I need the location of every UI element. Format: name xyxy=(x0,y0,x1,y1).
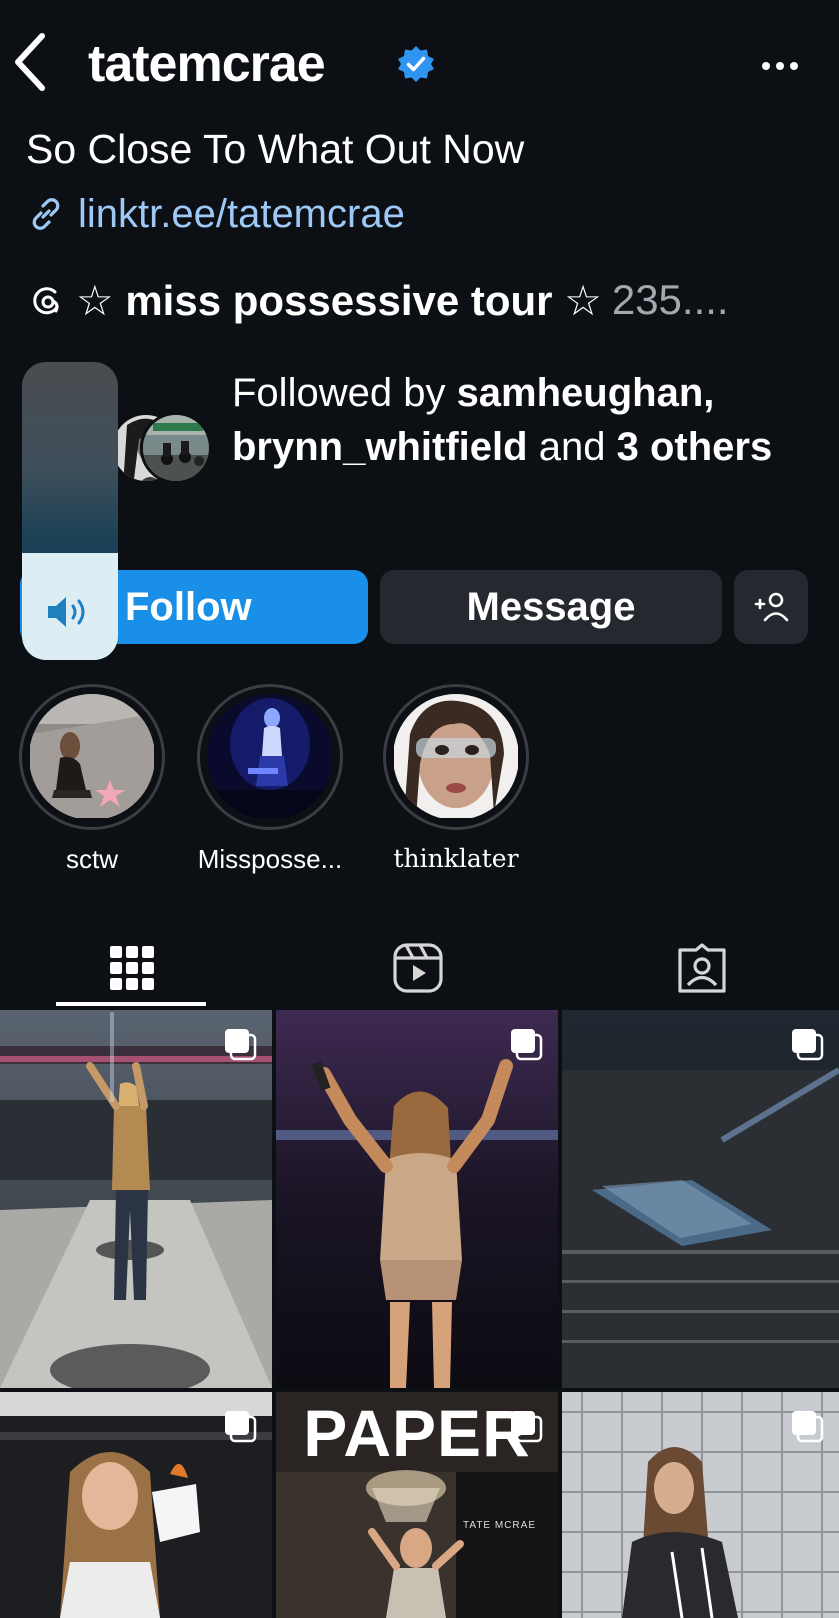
highlight-ring xyxy=(19,684,165,830)
post-thumbnail[interactable] xyxy=(276,1010,558,1388)
message-button[interactable]: Message xyxy=(380,570,722,644)
speaker-icon xyxy=(48,597,85,627)
add-person-icon xyxy=(754,592,789,622)
suggested-accounts-button[interactable] xyxy=(734,570,808,644)
carousel-icon xyxy=(792,1029,824,1061)
highlight-cover-image xyxy=(29,694,155,820)
bio-text: So Close To What Out Now xyxy=(26,126,525,172)
post-thumbnail[interactable] xyxy=(562,1010,839,1388)
reels-icon xyxy=(392,943,443,993)
highlight-cover-image xyxy=(207,694,333,820)
followed-by-and: and xyxy=(538,425,606,469)
bio-link-text: linktr.ee/tatemcrae xyxy=(78,191,405,236)
mutual-user-2: brynn_whitfield xyxy=(232,425,528,469)
followed-by-suffix: others xyxy=(649,425,773,469)
follow-button-label: Follow xyxy=(125,584,252,629)
chevron-left-icon xyxy=(15,33,45,91)
highlight-label: sctw xyxy=(66,844,118,874)
story-highlight[interactable]: Misspossе... xyxy=(196,684,344,875)
verified-badge-icon xyxy=(396,44,436,84)
highlight-ring xyxy=(197,684,343,830)
carousel-icon xyxy=(225,1411,257,1443)
carousel-icon xyxy=(225,1029,257,1061)
message-button-label: Message xyxy=(466,584,636,629)
post-thumbnail[interactable] xyxy=(0,1010,272,1388)
post-overlay-subtitle: TATE MCRAE xyxy=(463,1520,536,1531)
active-tab-indicator xyxy=(56,1002,206,1006)
followed-by-text[interactable]: Followed by samheughan, brynn_whitfield … xyxy=(232,366,822,474)
story-highlight[interactable]: thinklater xyxy=(382,684,530,873)
tab-posts-grid[interactable] xyxy=(0,928,271,1008)
tagged-icon xyxy=(677,943,726,993)
tab-reels[interactable] xyxy=(278,928,557,1008)
threads-count: 235.... xyxy=(611,276,729,323)
followed-by-prefix: Followed by xyxy=(232,371,446,415)
highlight-label: thinklater xyxy=(393,844,519,873)
carousel-icon xyxy=(511,1411,543,1443)
highlight-cover-image xyxy=(393,694,519,820)
carousel-icon xyxy=(792,1411,824,1443)
grid-icon xyxy=(109,946,154,990)
bio-link[interactable]: linktr.ee/tatemcrae xyxy=(26,188,405,240)
tab-tagged[interactable] xyxy=(562,928,839,1008)
link-icon xyxy=(32,198,60,230)
threads-text: ☆ miss possessive tour ☆ xyxy=(76,276,602,324)
story-highlight[interactable]: sctw xyxy=(18,684,166,875)
threads-badge[interactable]: ☆ miss possessive tour ☆ 235.... xyxy=(26,272,729,328)
post-thumbnail[interactable] xyxy=(562,1392,839,1618)
more-options-button[interactable] xyxy=(750,40,810,90)
volume-indicator[interactable] xyxy=(22,362,118,660)
profile-username: tatemcrae xyxy=(88,35,326,93)
highlight-ring xyxy=(383,684,529,830)
threads-icon xyxy=(33,287,59,315)
mutual-followers-avatars[interactable] xyxy=(110,412,220,486)
back-button[interactable] xyxy=(8,30,52,94)
carousel-icon xyxy=(511,1029,543,1061)
post-thumbnail[interactable]: PAPER TATE MCRAE xyxy=(276,1392,558,1618)
mutual-user-1: samheughan, xyxy=(456,371,715,415)
avatar xyxy=(140,412,212,484)
ellipsis-icon xyxy=(762,62,798,70)
post-thumbnail[interactable] xyxy=(0,1392,272,1618)
highlight-label: Misspossе... xyxy=(197,844,343,874)
followed-by-count: 3 xyxy=(616,425,639,469)
